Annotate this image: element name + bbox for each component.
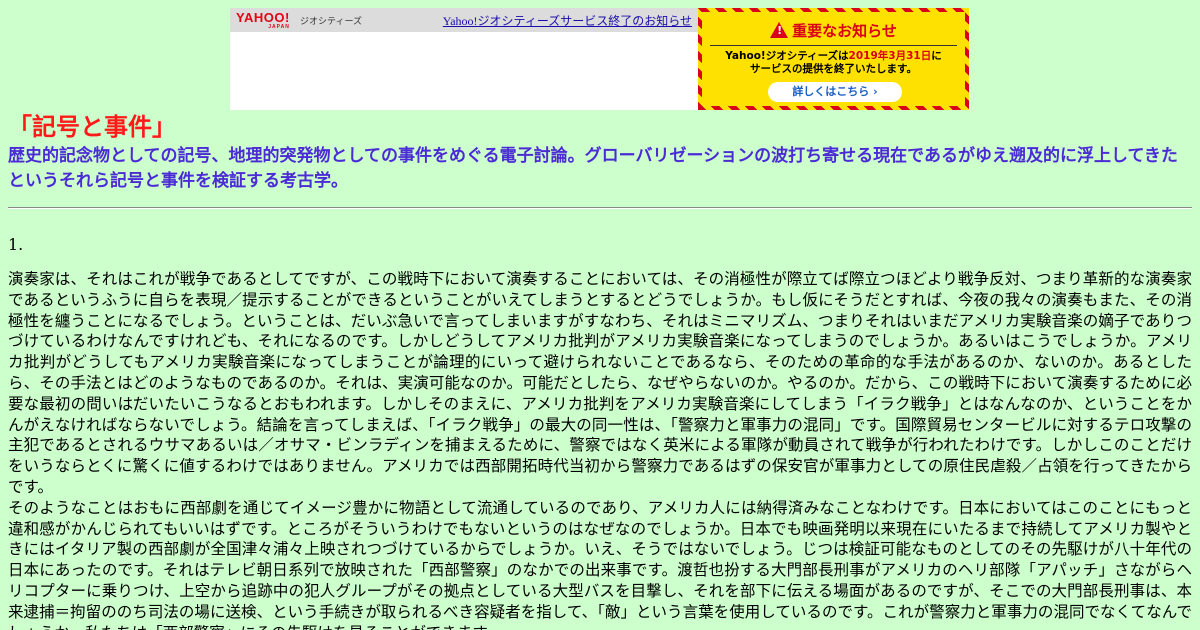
details-button[interactable]: 詳しくはこちら ›: [768, 82, 902, 102]
important-notice-box[interactable]: ! 重要なお知らせ Yahoo!ジオシティーズは2019年3月31日に サービスの…: [698, 8, 969, 110]
geocities-label: ジオシティーズ: [300, 16, 363, 26]
banner-left-panel: YAHOO! JAPAN ジオシティーズ Yahoo!ジオシティーズサービス終了…: [230, 8, 698, 110]
page-title: 「記号と事件」: [8, 112, 176, 141]
paragraph-1: 演奏家は、それはこれが戦争であるとしてですが、この戦時下において演奏することにお…: [8, 270, 1192, 496]
page-subtitle: 歴史的記念物としての記号、地理的突発物としての事件をめぐる電子討論。グローバリゼ…: [8, 146, 1178, 191]
yahoo-logo-text: YAHOO!: [236, 10, 290, 25]
notice-title-text: 重要なお知らせ: [792, 22, 897, 40]
paragraph-2: そのようなことはおもに西部劇を通じてイメージ豊かに物語として流通しているのであり…: [8, 498, 1192, 630]
notice-line1-suffix: に: [931, 50, 942, 62]
page: YAHOO! JAPAN ジオシティーズ Yahoo!ジオシティーズサービス終了…: [0, 0, 1200, 630]
service-end-notice-link[interactable]: Yahoo!ジオシティーズサービス終了のお知らせ: [443, 12, 692, 29]
notice-line1-prefix: Yahoo!ジオシティーズは: [725, 50, 849, 62]
notice-end-date: 2019年3月31日: [848, 50, 932, 62]
notice-title: ! 重要なお知らせ: [702, 20, 965, 41]
yahoo-japan-logo[interactable]: YAHOO! JAPAN: [236, 11, 290, 30]
article-body: 演奏家は、それはこれが戦争であるとしてですが、この戦時下において演奏することにお…: [8, 269, 1192, 630]
notice-divider: [710, 45, 957, 46]
warning-icon: !: [770, 22, 789, 38]
banner-header-bar: YAHOO! JAPAN ジオシティーズ Yahoo!ジオシティーズサービス終了…: [230, 8, 698, 32]
notice-body: Yahoo!ジオシティーズは2019年3月31日に サービスの提供を終了いたしま…: [702, 50, 965, 76]
geocities-banner: YAHOO! JAPAN ジオシティーズ Yahoo!ジオシティーズサービス終了…: [230, 8, 969, 110]
notice-line2: サービスの提供を終了いたします。: [750, 63, 917, 75]
horizontal-rule: [8, 207, 1192, 209]
section-number: 1.: [8, 235, 24, 254]
